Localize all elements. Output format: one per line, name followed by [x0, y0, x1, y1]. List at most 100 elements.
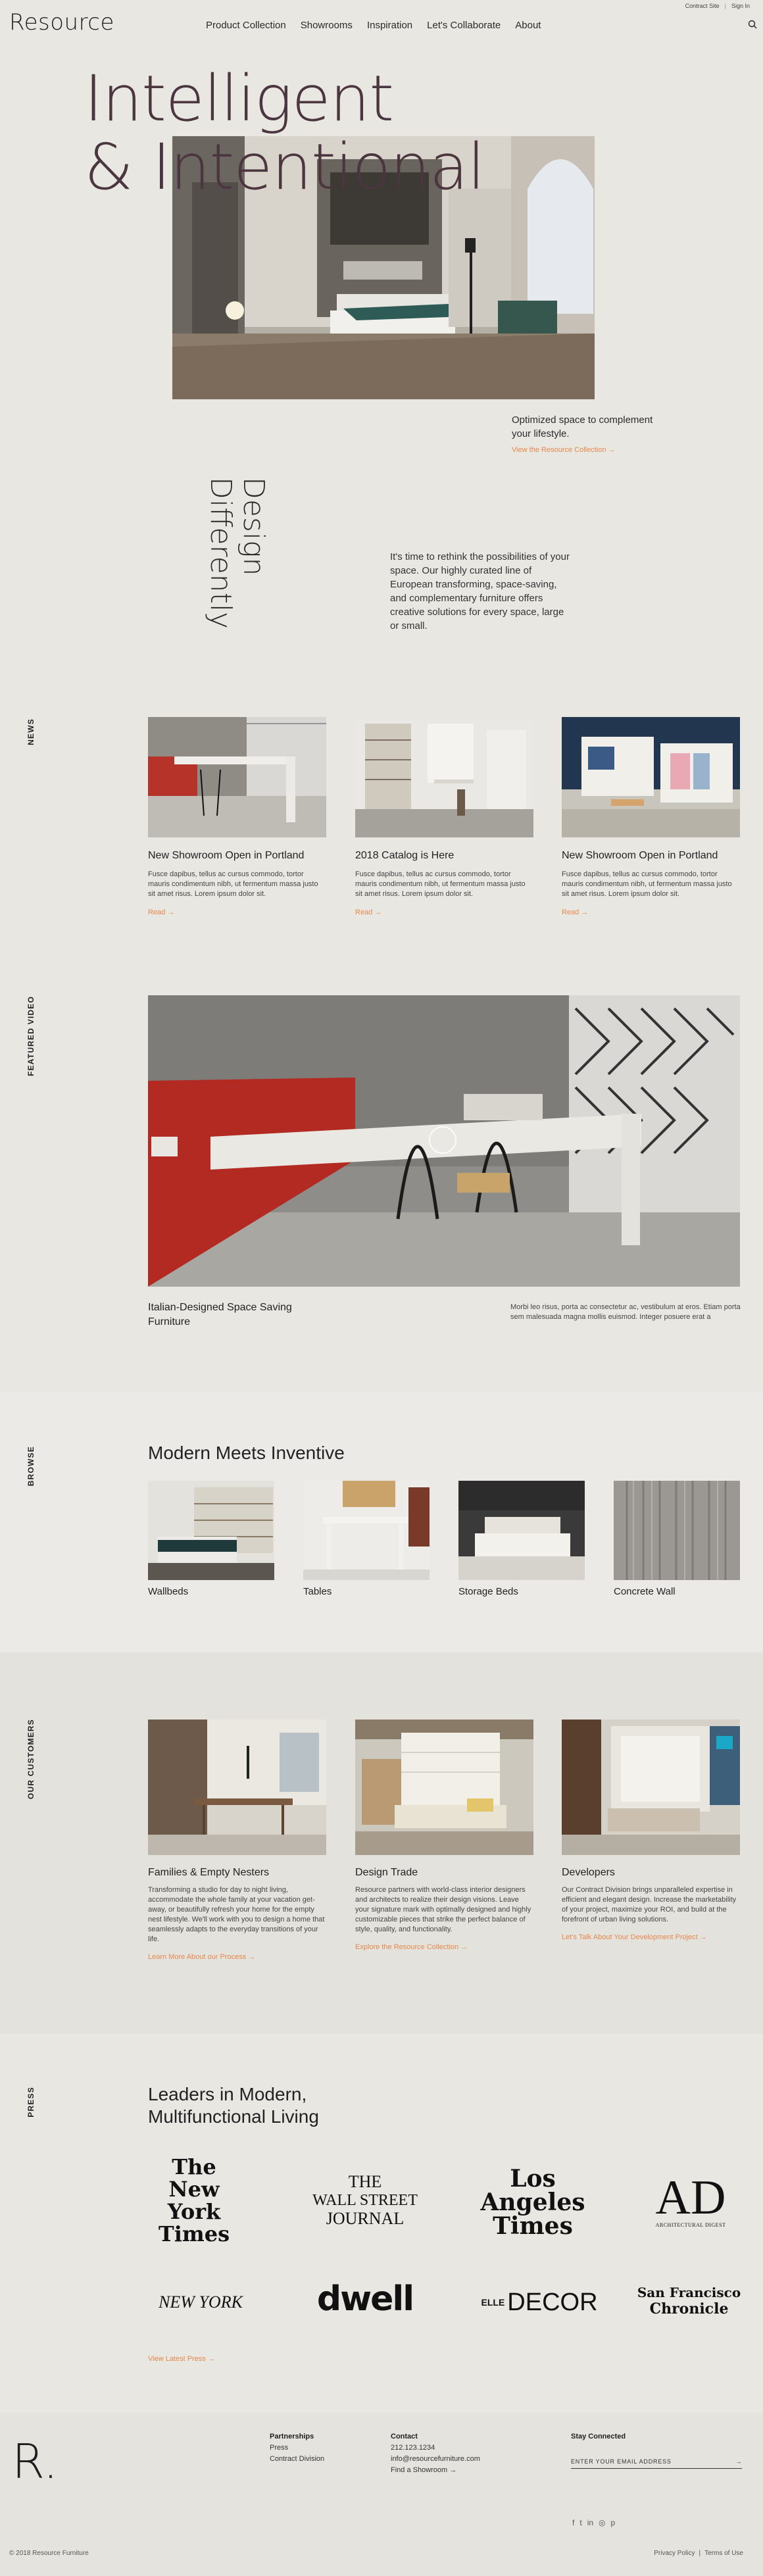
- view-collection-link[interactable]: View the Resource Collection →: [512, 446, 616, 454]
- browse-image[interactable]: [303, 1481, 430, 1580]
- design-heading-line-1: Design: [237, 477, 270, 576]
- browse-item-concrete-wall[interactable]: Concrete Wall: [614, 1481, 740, 1597]
- customer-card-families[interactable]: Families & Empty Nesters Transforming a …: [148, 1720, 326, 1961]
- wsj-line-2: WALL STREET: [312, 2192, 418, 2209]
- nav-item-about[interactable]: About: [515, 20, 541, 31]
- customer-body: Transforming a studio for day to night l…: [148, 1886, 325, 1943]
- footer-email[interactable]: info@resourcefurniture.com: [391, 2454, 480, 2465]
- news-read-link[interactable]: Read →: [562, 908, 740, 916]
- news-image[interactable]: [148, 717, 326, 837]
- customer-card-design-trade[interactable]: Design Trade Resource partners with worl…: [355, 1720, 533, 1951]
- elle-decor-line-2: DECOR: [507, 2288, 598, 2316]
- newsletter-email-placeholder[interactable]: ENTER YOUR EMAIL ADDRESS: [571, 2458, 672, 2465]
- sf-chronicle-logo[interactable]: San Francisco Chronicle: [635, 2276, 743, 2325]
- main-nav: Product Collection Showrooms Inspiration…: [206, 20, 541, 31]
- footer-stay-connected-heading: Stay Connected: [571, 2433, 626, 2440]
- newsletter-email-field[interactable]: ENTER YOUR EMAIL ADDRESS →: [571, 2458, 742, 2469]
- browse-label[interactable]: Storage Beds: [458, 1586, 585, 1597]
- footer-contact: Contact 212.123.1234 info@resourcefurnit…: [391, 2431, 480, 2476]
- nyt-line-3: Times: [158, 2221, 230, 2246]
- pinterest-icon[interactable]: p: [611, 2518, 616, 2527]
- footer-partnerships: Partnerships Press Contract Division: [270, 2431, 324, 2465]
- customer-title[interactable]: Design Trade: [355, 1867, 533, 1879]
- footer-find-showroom-link[interactable]: Find a Showroom →: [391, 2465, 480, 2476]
- development-project-link[interactable]: Let's Talk About Your Development Projec…: [562, 1933, 740, 1941]
- footer-press-link[interactable]: Press: [270, 2442, 324, 2454]
- customer-image[interactable]: [355, 1720, 533, 1855]
- browse-label[interactable]: Wallbeds: [148, 1586, 274, 1597]
- customer-image[interactable]: [148, 1720, 326, 1855]
- explore-collection-link[interactable]: Explore the Resource Collection →: [355, 1943, 533, 1951]
- news-body: Fusce dapibus, tellus ac cursus commodo,…: [148, 870, 318, 898]
- twitter-icon[interactable]: t: [579, 2518, 581, 2527]
- footer-phone[interactable]: 212.123.1234: [391, 2442, 480, 2454]
- browse-image[interactable]: [458, 1481, 585, 1580]
- footer: [0, 2413, 763, 2576]
- nav-item-product-collection[interactable]: Product Collection: [206, 20, 286, 31]
- legal-separator: |: [699, 2550, 701, 2557]
- nav-item-lets-collaborate[interactable]: Let's Collaborate: [427, 20, 501, 31]
- news-image[interactable]: [355, 717, 533, 837]
- site-logo[interactable]: Resource: [9, 9, 114, 36]
- la-times-logo[interactable]: Los Angeles Times: [480, 2164, 585, 2240]
- new-york-line-1: NEW YORK: [159, 2292, 243, 2312]
- customer-title[interactable]: Families & Empty Nesters: [148, 1867, 326, 1879]
- browse-item-storage-beds[interactable]: Storage Beds: [458, 1481, 585, 1597]
- ad-logo[interactable]: AD ARCHITECTURAL DIGEST: [641, 2167, 740, 2233]
- browse-section-label: BROWSE: [26, 1446, 36, 1487]
- new-york-magazine-logo[interactable]: NEW YORK: [148, 2283, 253, 2322]
- news-card[interactable]: New Showroom Open in Portland Fusce dapi…: [562, 717, 740, 916]
- news-image[interactable]: [562, 717, 740, 837]
- news-title[interactable]: New Showroom Open in Portland: [562, 850, 740, 862]
- customer-card-developers[interactable]: Developers Our Contract Division brings …: [562, 1720, 740, 1941]
- elle-decor-logo[interactable]: ELLE DECOR: [481, 2283, 598, 2322]
- play-icon[interactable]: [429, 1126, 456, 1154]
- nyt-line-1: The: [172, 2154, 216, 2179]
- customer-image[interactable]: [562, 1720, 740, 1855]
- news-read-link[interactable]: Read →: [355, 908, 533, 916]
- browse-image[interactable]: [614, 1481, 740, 1580]
- wsj-logo[interactable]: THE WALL STREET JOURNAL: [312, 2167, 418, 2233]
- nyt-logo[interactable]: The New York Times: [148, 2156, 240, 2245]
- contract-site-link[interactable]: Contract Site: [685, 3, 720, 9]
- copyright: © 2018 Resource Furniture: [9, 2550, 89, 2557]
- linkedin-icon[interactable]: in: [587, 2518, 593, 2527]
- browse-label[interactable]: Tables: [303, 1586, 430, 1597]
- dwell-logo[interactable]: dwell: [316, 2276, 414, 2322]
- terms-of-use-link[interactable]: Terms of Use: [704, 2550, 743, 2557]
- browse-image[interactable]: [148, 1481, 274, 1580]
- news-card[interactable]: 2018 Catalog is Here Fusce dapibus, tell…: [355, 717, 533, 916]
- legal-links: Privacy Policy | Terms of Use: [654, 2550, 743, 2557]
- browse-label[interactable]: Concrete Wall: [614, 1586, 740, 1597]
- news-title[interactable]: New Showroom Open in Portland: [148, 850, 326, 862]
- footer-logo-mark[interactable]: R.: [12, 2434, 58, 2489]
- news-title[interactable]: 2018 Catalog is Here: [355, 850, 533, 862]
- hero-title: Intelligent & Intentional: [84, 64, 485, 201]
- sign-in-link[interactable]: Sign In: [731, 3, 750, 9]
- instagram-icon[interactable]: ◎: [599, 2518, 605, 2527]
- facebook-icon[interactable]: f: [572, 2518, 574, 2527]
- press-section-label: PRESS: [26, 2087, 36, 2118]
- browse-title: Modern Meets Inventive: [148, 1443, 345, 1463]
- customer-title[interactable]: Developers: [562, 1867, 740, 1879]
- news-card[interactable]: New Showroom Open in Portland Fusce dapi…: [148, 717, 326, 916]
- view-latest-press-link[interactable]: View Latest Press →: [148, 2355, 215, 2363]
- news-body: Fusce dapibus, tellus ac cursus commodo,…: [355, 870, 526, 898]
- customers-section-label: OUR CUSTOMERS: [26, 1719, 36, 1800]
- sf-chronicle-line-2: Chronicle: [649, 2300, 729, 2317]
- utility-separator: |: [724, 3, 726, 9]
- newsletter-submit-arrow-icon[interactable]: →: [735, 2458, 742, 2465]
- learn-more-process-link[interactable]: Learn More About our Process →: [148, 1953, 326, 1961]
- nyt-line-2: New York: [167, 2177, 221, 2224]
- footer-contract-division-link[interactable]: Contract Division: [270, 2454, 324, 2465]
- nav-item-inspiration[interactable]: Inspiration: [367, 20, 412, 31]
- privacy-policy-link[interactable]: Privacy Policy: [654, 2550, 695, 2557]
- news-read-link[interactable]: Read →: [148, 908, 326, 916]
- nav-item-showrooms[interactable]: Showrooms: [301, 20, 353, 31]
- browse-item-tables[interactable]: Tables: [303, 1481, 430, 1597]
- browse-item-wallbeds[interactable]: Wallbeds: [148, 1481, 274, 1597]
- search-icon[interactable]: [748, 20, 757, 29]
- social-links: f t in ◎ p: [572, 2518, 615, 2527]
- footer-partnerships-heading: Partnerships: [270, 2433, 314, 2440]
- utility-nav: Contract Site | Sign In: [685, 3, 750, 9]
